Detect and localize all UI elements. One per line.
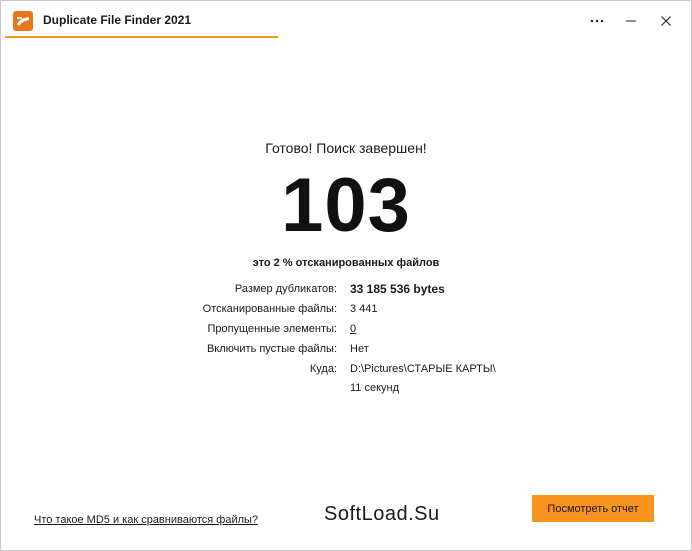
stat-value: 3 441 [350, 303, 378, 315]
search-complete-heading: Готово! Поиск завершен! [265, 140, 427, 156]
close-button[interactable] [654, 9, 678, 33]
more-horizontal-icon [590, 19, 604, 23]
title-accent-line [5, 36, 278, 38]
stat-row-include-empty: Включить пустые файлы: Нет [1, 343, 691, 359]
md5-help-link[interactable]: Что такое MD5 и как сравниваются файлы? [34, 514, 258, 526]
more-options-button[interactable] [585, 9, 609, 33]
stat-row-skipped-items: Пропущенные элементы: 0 [1, 323, 691, 339]
app-window: Duplicate File Finder 2021 Готово! Поиск… [0, 0, 692, 551]
minimize-button[interactable] [619, 9, 643, 33]
stat-value: 33 185 536 bytes [350, 282, 445, 296]
minimize-icon [626, 20, 636, 22]
stat-row-scanned-files: Отсканированные файлы: 3 441 [1, 303, 691, 319]
stat-value: D:\Pictures\СТАРЫЕ КАРТЫ\ [350, 363, 496, 375]
close-icon [661, 16, 671, 26]
watermark-text: SoftLoad.Su [324, 503, 440, 525]
skipped-items-link[interactable]: 0 [350, 323, 356, 335]
stat-label: Размер дубликатов: [234, 283, 337, 295]
stat-label: Пропущенные элементы: [207, 323, 337, 335]
window-title: Duplicate File Finder 2021 [43, 13, 192, 27]
stat-row-duration: 11 секунд [1, 382, 691, 398]
stat-value: Нет [350, 343, 369, 355]
title-bar: Duplicate File Finder 2021 [1, 1, 691, 39]
view-report-button[interactable]: Посмотреть отчет [532, 495, 654, 522]
stat-label: Включить пустые файлы: [206, 343, 337, 355]
stat-label: Куда: [309, 363, 337, 375]
stat-row-location: Куда: D:\Pictures\СТАРЫЕ КАРТЫ\ [1, 363, 691, 379]
duplicate-count: 103 [281, 163, 411, 248]
stat-value: 11 секунд [350, 382, 400, 394]
app-logo-icon [13, 11, 33, 31]
stat-label: Отсканированные файлы: [202, 303, 337, 315]
stat-row-duplicates-size: Размер дубликатов: 33 185 536 bytes [1, 282, 691, 299]
percent-of-scanned: это 2 % отсканированных файлов [252, 257, 440, 269]
